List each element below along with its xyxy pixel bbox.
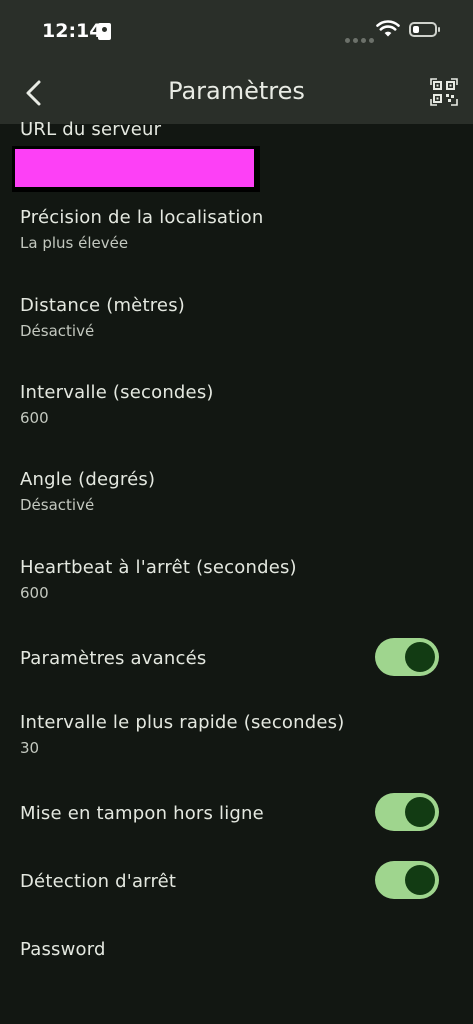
setting-value: 600 [20, 584, 49, 602]
setting-label: URL du serveur [20, 119, 162, 140]
setting-value: 30 [20, 739, 40, 757]
setting-fastest-interval[interactable]: Intervalle le plus rapide (secondes) 30 [20, 712, 450, 757]
battery-icon [409, 22, 440, 37]
setting-angle[interactable]: Angle (degrés) Désactivé [20, 469, 450, 514]
setting-label: Angle (degrés) [20, 469, 156, 490]
setting-distance[interactable]: Distance (mètres) Désactivé [20, 295, 450, 340]
setting-value: Désactivé [20, 496, 95, 514]
offline-buffering-toggle[interactable] [375, 793, 439, 831]
setting-server-url[interactable]: URL du serveur [20, 119, 450, 140]
contact-card-icon [98, 23, 111, 40]
setting-label: Distance (mètres) [20, 295, 185, 316]
setting-value: 600 [20, 409, 49, 427]
server-url-value-redacted [12, 146, 260, 192]
setting-value: Désactivé [20, 322, 95, 340]
setting-label: Password [20, 939, 106, 960]
stop-detection-toggle[interactable] [375, 861, 439, 899]
setting-label: Intervalle (secondes) [20, 382, 214, 403]
setting-password[interactable]: Password [20, 939, 450, 960]
qr-code-scan-icon[interactable] [430, 78, 458, 106]
setting-stop-heartbeat[interactable]: Heartbeat à l'arrêt (secondes) 600 [20, 557, 450, 602]
advanced-toggle[interactable] [375, 638, 439, 676]
wifi-icon [376, 20, 400, 37]
status-bar: 12:14 [0, 0, 473, 62]
setting-label: Intervalle le plus rapide (secondes) [20, 712, 345, 733]
setting-label: Heartbeat à l'arrêt (secondes) [20, 557, 297, 578]
settings-list: URL du serveur Précision de la localisat… [0, 119, 473, 1024]
setting-label: Précision de la localisation [20, 207, 264, 228]
top-app-bar: Paramètres [0, 62, 473, 124]
setting-interval[interactable]: Intervalle (secondes) 600 [20, 382, 450, 427]
status-time: 12:14 [42, 20, 103, 42]
page-title: Paramètres [168, 77, 305, 105]
setting-location-accuracy[interactable]: Précision de la localisation La plus éle… [20, 207, 450, 252]
signal-dots-icon [345, 28, 377, 47]
setting-value: La plus élevée [20, 234, 129, 252]
